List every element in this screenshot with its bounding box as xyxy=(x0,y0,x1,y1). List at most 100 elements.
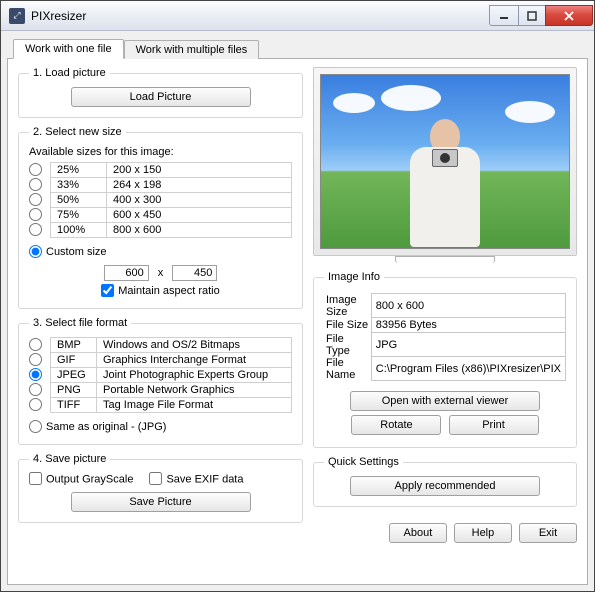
app-icon: ⤢ xyxy=(9,8,25,24)
size-radio-custom[interactable] xyxy=(29,245,42,258)
size-radio-33[interactable] xyxy=(29,178,42,191)
size-table: 25%200 x 150 33%264 x 198 50%400 x 300 7… xyxy=(29,162,292,238)
custom-size-inputs: x xyxy=(29,265,292,281)
info-filetype-value: JPG xyxy=(371,333,565,357)
maintain-aspect-option[interactable]: Maintain aspect ratio xyxy=(101,285,220,297)
exit-button[interactable]: Exit xyxy=(519,523,577,543)
fmt-ext: JPEG xyxy=(51,368,97,383)
info-filename-label: File Name xyxy=(324,357,371,381)
size-radio-50[interactable] xyxy=(29,193,42,206)
fmt-ext: BMP xyxy=(51,338,97,353)
size-dim: 800 x 600 xyxy=(107,223,292,238)
legend-format: 3. Select file format xyxy=(29,317,131,329)
group-file-format: 3. Select file format BMPWindows and OS/… xyxy=(18,317,303,445)
custom-height-input[interactable] xyxy=(172,265,217,281)
close-button[interactable] xyxy=(545,5,593,26)
fmt-radio-jpeg[interactable] xyxy=(29,368,42,381)
size-dim: 200 x 150 xyxy=(107,163,292,178)
info-filetype-label: File Type xyxy=(324,333,371,357)
legend-imageinfo: Image Info xyxy=(324,271,384,283)
image-action-buttons: Open with external viewer Rotate Print xyxy=(324,389,566,437)
about-button[interactable]: About xyxy=(389,523,447,543)
print-button[interactable]: Print xyxy=(449,415,539,435)
fmt-row: TIFFTag Image File Format xyxy=(29,398,292,413)
avail-sizes-label: Available sizes for this image: xyxy=(29,146,292,158)
fmt-desc: Windows and OS/2 Bitmaps xyxy=(97,338,292,353)
app-window: ⤢ PIXresizer Work with one file Work wit… xyxy=(0,0,595,592)
size-pct: 100% xyxy=(51,223,107,238)
camera-icon xyxy=(432,149,458,167)
maximize-button[interactable] xyxy=(518,5,546,26)
size-row: 50%400 x 300 xyxy=(29,193,292,208)
x-separator: x xyxy=(158,267,164,279)
size-pct: 33% xyxy=(51,178,107,193)
client-area: Work with one file Work with multiple fi… xyxy=(1,31,594,591)
size-pct: 25% xyxy=(51,163,107,178)
group-select-size: 2. Select new size Available sizes for t… xyxy=(18,126,303,309)
size-dim: 400 x 300 xyxy=(107,193,292,208)
fmt-desc: Tag Image File Format xyxy=(97,398,292,413)
info-imagesize-value: 800 x 600 xyxy=(371,294,565,318)
fmt-radio-png[interactable] xyxy=(29,383,42,396)
fmt-row: JPEGJoint Photographic Experts Group xyxy=(29,368,292,383)
custom-size-option[interactable]: Custom size xyxy=(29,246,107,258)
fmt-ext: GIF xyxy=(51,353,97,368)
size-row: 33%264 x 198 xyxy=(29,178,292,193)
window-title: PIXresizer xyxy=(31,9,86,23)
fmt-radio-bmp[interactable] xyxy=(29,338,42,351)
maintain-aspect-row: Maintain aspect ratio xyxy=(29,285,292,298)
same-as-original-row: Same as original - (JPG) xyxy=(29,421,292,434)
left-column: 1. Load picture Load Picture 2. Select n… xyxy=(18,67,303,576)
size-row: 100%800 x 600 xyxy=(29,223,292,238)
custom-width-input[interactable] xyxy=(104,265,149,281)
size-radio-100[interactable] xyxy=(29,223,42,236)
save-picture-button[interactable]: Save Picture xyxy=(71,492,251,512)
rotate-button[interactable]: Rotate xyxy=(351,415,441,435)
tab-multiple-files[interactable]: Work with multiple files xyxy=(124,40,260,59)
help-button[interactable]: Help xyxy=(454,523,512,543)
size-pct: 75% xyxy=(51,208,107,223)
info-filename-value: C:\Program Files (x86)\PIXresizer\PIX xyxy=(371,357,565,381)
format-table: BMPWindows and OS/2 Bitmaps GIFGraphics … xyxy=(29,337,292,413)
minimize-button[interactable] xyxy=(489,5,519,26)
fmt-radio-tiff[interactable] xyxy=(29,398,42,411)
fmt-desc: Joint Photographic Experts Group xyxy=(97,368,292,383)
fmt-desc: Portable Network Graphics xyxy=(97,383,292,398)
fmt-radio-gif[interactable] xyxy=(29,353,42,366)
fmt-radio-same[interactable] xyxy=(29,420,42,433)
monitor-stand xyxy=(395,256,495,263)
save-options: Output GrayScale Save EXIF data xyxy=(29,473,292,486)
group-quick-settings: Quick Settings Apply recommended xyxy=(313,456,577,507)
size-radio-25[interactable] xyxy=(29,163,42,176)
exif-option[interactable]: Save EXIF data xyxy=(149,473,243,486)
size-radio-75[interactable] xyxy=(29,208,42,221)
grayscale-option[interactable]: Output GrayScale xyxy=(29,473,133,486)
info-imagesize-label: Image Size xyxy=(324,294,371,318)
load-picture-button[interactable]: Load Picture xyxy=(71,87,251,107)
group-image-info: Image Info Image Size800 x 600 File Size… xyxy=(313,271,577,448)
fmt-row: PNGPortable Network Graphics xyxy=(29,383,292,398)
titlebar[interactable]: ⤢ PIXresizer xyxy=(1,1,594,31)
same-as-original-option[interactable]: Same as original - (JPG) xyxy=(29,421,166,433)
size-dim: 264 x 198 xyxy=(107,178,292,193)
fmt-row: GIFGraphics Interchange Format xyxy=(29,353,292,368)
fmt-desc: Graphics Interchange Format xyxy=(97,353,292,368)
fmt-ext: PNG xyxy=(51,383,97,398)
grayscale-checkbox[interactable] xyxy=(29,472,42,485)
group-load-picture: 1. Load picture Load Picture xyxy=(18,67,303,118)
exif-checkbox[interactable] xyxy=(149,472,162,485)
tabstrip: Work with one file Work with multiple fi… xyxy=(7,37,588,59)
size-dim: 600 x 450 xyxy=(107,208,292,223)
apply-recommended-button[interactable]: Apply recommended xyxy=(350,476,540,496)
size-pct: 50% xyxy=(51,193,107,208)
window-controls xyxy=(490,5,593,26)
size-row: 25%200 x 150 xyxy=(29,163,292,178)
bottom-buttons: About Help Exit xyxy=(313,523,577,543)
tab-one-file[interactable]: Work with one file xyxy=(13,39,124,59)
open-external-button[interactable]: Open with external viewer xyxy=(350,391,540,411)
right-column: Image Info Image Size800 x 600 File Size… xyxy=(313,67,577,576)
fmt-ext: TIFF xyxy=(51,398,97,413)
tab-page: 1. Load picture Load Picture 2. Select n… xyxy=(7,59,588,585)
preview-image xyxy=(320,74,570,249)
maintain-aspect-checkbox[interactable] xyxy=(101,284,114,297)
